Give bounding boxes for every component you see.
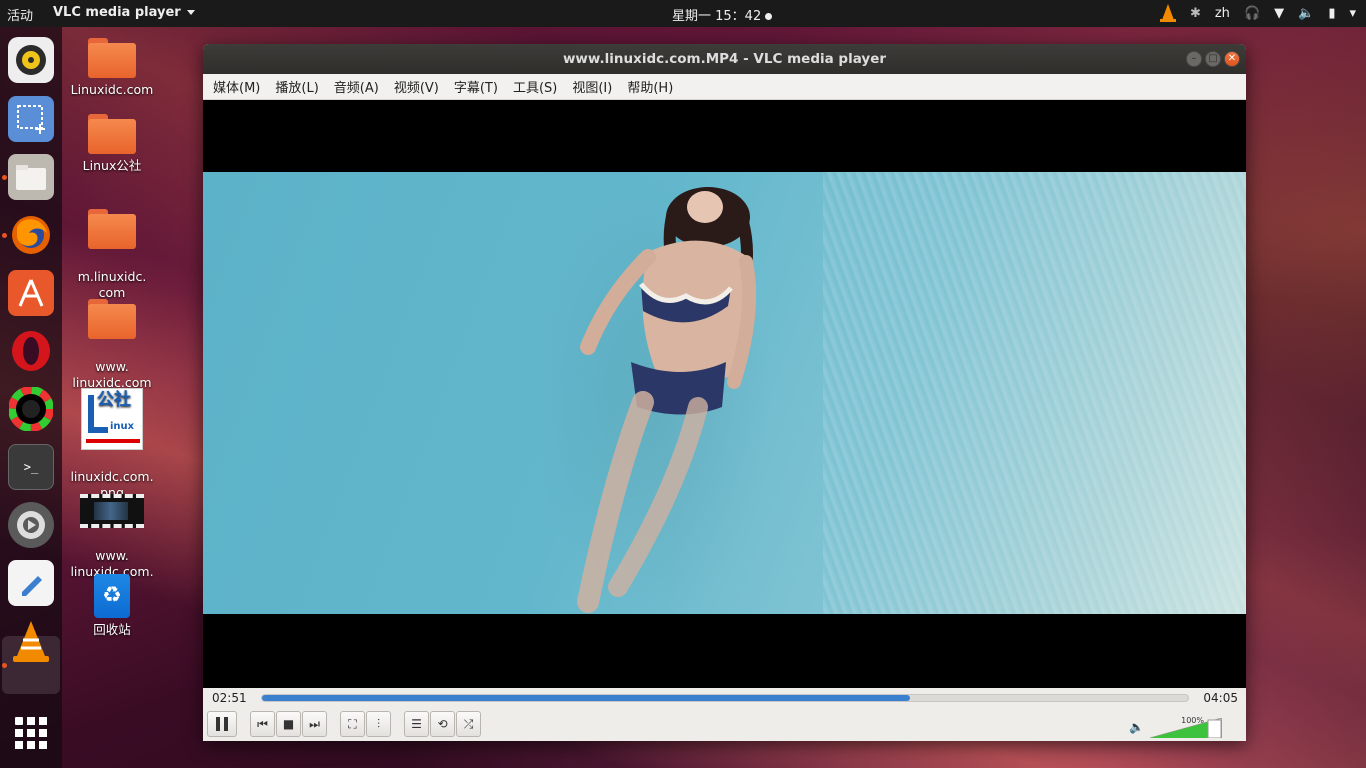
desktop-trash[interactable]: ♻ 回收站 (67, 574, 157, 638)
desktop-folder[interactable]: Linuxidc.com (67, 38, 157, 98)
system-tray: ✱ zh 🎧 ▼ 🔈 ▮ ▾ (1159, 4, 1356, 22)
system-menu-chevron-icon[interactable]: ▾ (1349, 6, 1356, 21)
skip-forward-icon: ⏭ (309, 716, 320, 731)
battery-icon[interactable]: ▮ (1328, 6, 1335, 21)
wifi-icon[interactable]: ▼ (1274, 6, 1284, 21)
total-time: 04:05 (1203, 691, 1238, 705)
text-editor-icon[interactable] (8, 560, 54, 606)
stop-icon: ■ (282, 717, 295, 731)
stop-button[interactable]: ■ (276, 711, 301, 737)
folder-icon (88, 299, 136, 339)
video-area[interactable] (203, 100, 1246, 688)
menu-help[interactable]: 帮助(H) (627, 77, 673, 96)
next-button[interactable]: ⏭ (302, 711, 327, 737)
playlist-button[interactable]: ☰ (404, 711, 429, 737)
desktop-icon-label: Linux公社 (82, 158, 142, 173)
seek-bar[interactable] (261, 694, 1189, 702)
window-controls: – □ ✕ (1186, 51, 1240, 67)
menu-subtitle[interactable]: 字幕(T) (454, 77, 498, 96)
menu-bar: 媒体(M) 播放(L) 音频(A) 视频(V) 字幕(T) 工具(S) 视图(I… (203, 74, 1246, 100)
menu-view[interactable]: 视图(I) (572, 77, 612, 96)
close-button[interactable]: ✕ (1224, 51, 1240, 67)
swimmer-figure (577, 187, 757, 613)
menu-media[interactable]: 媒体(M) (213, 77, 260, 96)
activities-button[interactable]: 活动 (7, 5, 33, 24)
top-bar: 活动 VLC media player 星期一 15：42 ✱ zh 🎧 ▼ 🔈… (0, 0, 1366, 27)
running-indicator (2, 663, 7, 668)
screenshot-icon[interactable] (8, 96, 54, 142)
vlc-window: www.linuxidc.com.MP4 - VLC media player … (203, 44, 1246, 741)
elapsed-time: 02:51 (212, 691, 247, 705)
dock: >_ (0, 27, 62, 768)
pause-icon (216, 717, 228, 731)
title-bar[interactable]: www.linuxidc.com.MP4 - VLC media player … (203, 44, 1246, 74)
volume-icon[interactable]: 🔈 (1298, 6, 1314, 21)
png-logo-subtext: inux (110, 421, 135, 432)
folder-icon (88, 114, 136, 154)
desktop-icon-label: 回收站 (93, 622, 131, 637)
opera-icon[interactable] (8, 328, 54, 374)
volume-slider[interactable] (1150, 718, 1222, 738)
loop-icon: ⟲ (437, 717, 448, 731)
menu-audio[interactable]: 音频(A) (334, 77, 379, 96)
control-panel: 02:51 04:05 ⏮ ■ ⏭ ⛶ ⫶ ☰ ⟲ ⤮ 🔈 100% (203, 688, 1246, 741)
window-title: www.linuxidc.com.MP4 - VLC media player (562, 51, 887, 67)
headphones-icon[interactable]: 🎧 (1244, 6, 1260, 21)
rhythmbox-icon[interactable] (8, 37, 54, 83)
settings-icon[interactable] (8, 502, 54, 548)
terminal-icon[interactable]: >_ (8, 444, 54, 490)
vlc-tray-icon[interactable] (1159, 4, 1176, 22)
notification-dot-icon (765, 13, 773, 20)
running-indicator (2, 175, 7, 180)
bluetooth-icon[interactable]: ✱ (1190, 6, 1201, 21)
vlc-icon[interactable] (8, 618, 54, 664)
shuffle-icon: ⤮ (463, 716, 474, 731)
playlist-icon: ☰ (411, 717, 422, 731)
desktop-icon-label: Linuxidc.com (70, 82, 154, 97)
skip-back-icon: ⏮ (257, 716, 268, 731)
running-indicator (2, 233, 7, 238)
ubuntu-software-icon[interactable] (8, 270, 54, 316)
video-thumbnail-icon (80, 494, 144, 528)
clock-label: 星期一 15：42 (672, 9, 762, 24)
app-menu-label: VLC media player (53, 5, 181, 20)
recycle-icon: ♻ (94, 574, 130, 618)
seek-progress (262, 695, 911, 701)
language-indicator[interactable]: zh (1215, 6, 1230, 21)
menu-playback[interactable]: 播放(L) (275, 77, 318, 96)
folder-icon (88, 38, 136, 78)
menu-video[interactable]: 视频(V) (394, 77, 439, 96)
equalizer-icon: ⫶ (376, 716, 380, 731)
color-picker-icon[interactable] (8, 386, 54, 432)
pause-button[interactable] (207, 711, 237, 737)
fullscreen-button[interactable]: ⛶ (340, 711, 365, 737)
terminal-prompt-glyph: >_ (23, 460, 39, 474)
maximize-button[interactable]: □ (1205, 51, 1221, 67)
desktop-folder[interactable]: Linux公社 (67, 114, 157, 174)
video-frame (203, 172, 1246, 614)
extended-settings-button[interactable]: ⫶ (366, 711, 391, 737)
image-thumbnail-icon: 公社 inux (81, 388, 143, 450)
loop-button[interactable]: ⟲ (430, 711, 455, 737)
folder-icon (88, 209, 136, 249)
show-applications-icon[interactable] (15, 717, 47, 749)
mute-button[interactable]: 🔈 (1129, 720, 1144, 734)
previous-button[interactable]: ⏮ (250, 711, 275, 737)
menu-tools[interactable]: 工具(S) (513, 77, 557, 96)
png-logo-text: 公社 (97, 390, 131, 410)
files-icon[interactable] (8, 154, 54, 200)
firefox-icon[interactable] (8, 212, 54, 258)
shuffle-button[interactable]: ⤮ (456, 711, 481, 737)
fullscreen-icon: ⛶ (348, 716, 357, 731)
clock[interactable]: 星期一 15：42 (672, 5, 773, 24)
app-menu[interactable]: VLC media player (53, 5, 195, 20)
minimize-button[interactable]: – (1186, 51, 1202, 67)
chevron-down-icon (186, 10, 195, 15)
